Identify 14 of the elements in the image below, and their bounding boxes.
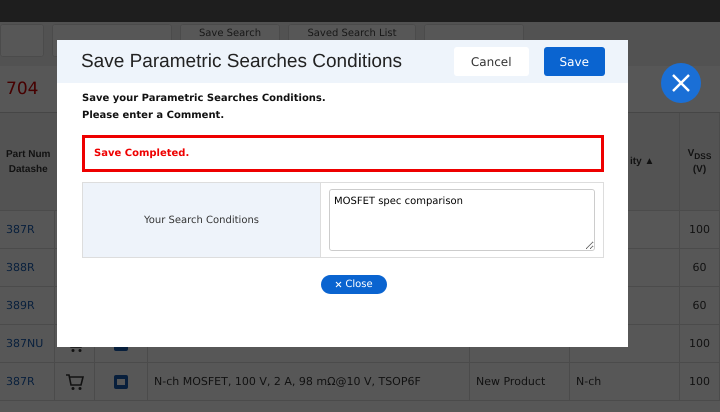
- vdss-cell: 60: [692, 299, 706, 312]
- polarity-text: N-ch: [576, 375, 602, 388]
- vdss-cell: 100: [689, 375, 710, 388]
- vdss-cell: 100: [689, 337, 710, 350]
- result-count: 704: [6, 79, 38, 99]
- vdss-cell: 100: [689, 223, 710, 236]
- instruction-text: Save your Parametric Searches Conditions.: [82, 93, 327, 104]
- instruction-text: Please enter a Comment.: [82, 110, 226, 121]
- vdss-cell: 60: [692, 261, 706, 274]
- status-text: New Product: [476, 375, 546, 388]
- success-message: Save Completed.: [94, 148, 190, 159]
- dialog-title: Save Parametric Searches Conditions: [81, 50, 404, 72]
- field-label: Your Search Conditions: [83, 183, 321, 257]
- description-text: N-ch MOSFET, 100 V, 2 A, 98 mΩ@10 V, TSOP6F: [154, 375, 421, 388]
